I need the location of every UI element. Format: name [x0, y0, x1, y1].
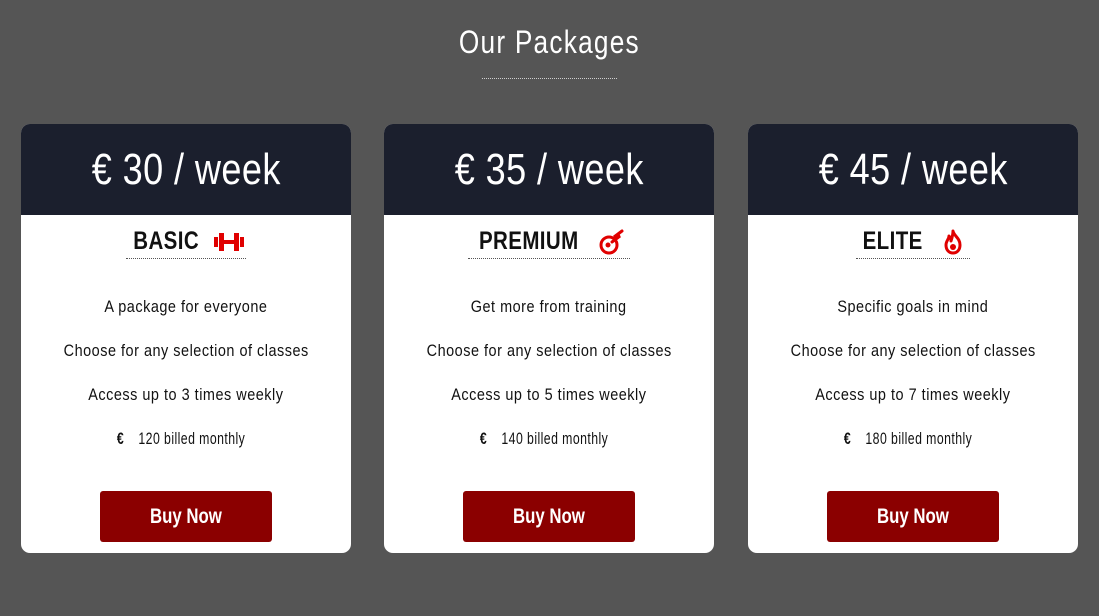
- feature-item: Choose for any selection of classes: [63, 341, 309, 360]
- euro-sign: €: [844, 429, 852, 448]
- buy-now-button[interactable]: Buy Now: [463, 491, 635, 542]
- meteor-icon: [599, 229, 624, 254]
- plan-name: PREMIUM: [479, 227, 579, 255]
- package-card-premium: € 35 / week PREMIUM Get more from traini…: [384, 124, 714, 553]
- feature-item: Access up to 5 times weekly: [451, 385, 647, 404]
- feature-item: Choose for any selection of classes: [426, 341, 672, 360]
- billing-info: € 180 billed monthly: [748, 417, 1078, 461]
- package-card-basic: € 30 / week BASIC A package for everyone…: [21, 124, 351, 553]
- billing-info: € 120 billed monthly: [21, 417, 351, 461]
- card-header: € 45 / week: [748, 124, 1078, 215]
- plan-name: ELITE: [862, 227, 924, 255]
- feature-list: A package for everyone Choose for any se…: [21, 285, 351, 461]
- plan-title: ELITE: [856, 227, 970, 259]
- card-header: € 30 / week: [21, 124, 351, 215]
- pricing-page: Our Packages € 30 / week BASIC A package…: [0, 0, 1099, 616]
- title-wrap: Our Packages: [0, 24, 1099, 61]
- dumbbell-icon: [214, 232, 245, 251]
- feature-item: Get more from training: [471, 297, 627, 316]
- package-price: € 35 / week: [454, 144, 644, 194]
- package-card-elite: € 45 / week ELITE Specific goals in mind…: [748, 124, 1078, 553]
- feature-item: Access up to 7 times weekly: [815, 385, 1011, 404]
- billing-info: € 140 billed monthly: [384, 417, 714, 461]
- feature-item: Choose for any selection of classes: [790, 341, 1036, 360]
- package-price: € 30 / week: [91, 144, 281, 194]
- fire-icon: [944, 229, 962, 254]
- title-divider: [482, 78, 617, 79]
- plan-title: PREMIUM: [468, 227, 630, 259]
- feature-item: Access up to 3 times weekly: [88, 385, 284, 404]
- buy-now-button[interactable]: Buy Now: [827, 491, 999, 542]
- feature-item: A package for everyone: [104, 297, 268, 316]
- feature-list: Get more from training Choose for any se…: [384, 285, 714, 461]
- plan-title: BASIC: [125, 227, 247, 259]
- buy-now-button[interactable]: Buy Now: [100, 491, 272, 542]
- package-price: € 45 / week: [818, 144, 1008, 194]
- card-header: € 35 / week: [384, 124, 714, 215]
- euro-sign: €: [117, 429, 125, 448]
- plan-title-row: BASIC: [21, 227, 351, 261]
- feature-item: Specific goals in mind: [837, 297, 989, 316]
- page-title: Our Packages: [458, 24, 641, 60]
- plan-name: BASIC: [133, 227, 199, 255]
- euro-sign: €: [480, 429, 488, 448]
- plan-title-row: PREMIUM: [384, 227, 714, 261]
- plan-title-row: ELITE: [748, 227, 1078, 261]
- feature-list: Specific goals in mind Choose for any se…: [748, 285, 1078, 461]
